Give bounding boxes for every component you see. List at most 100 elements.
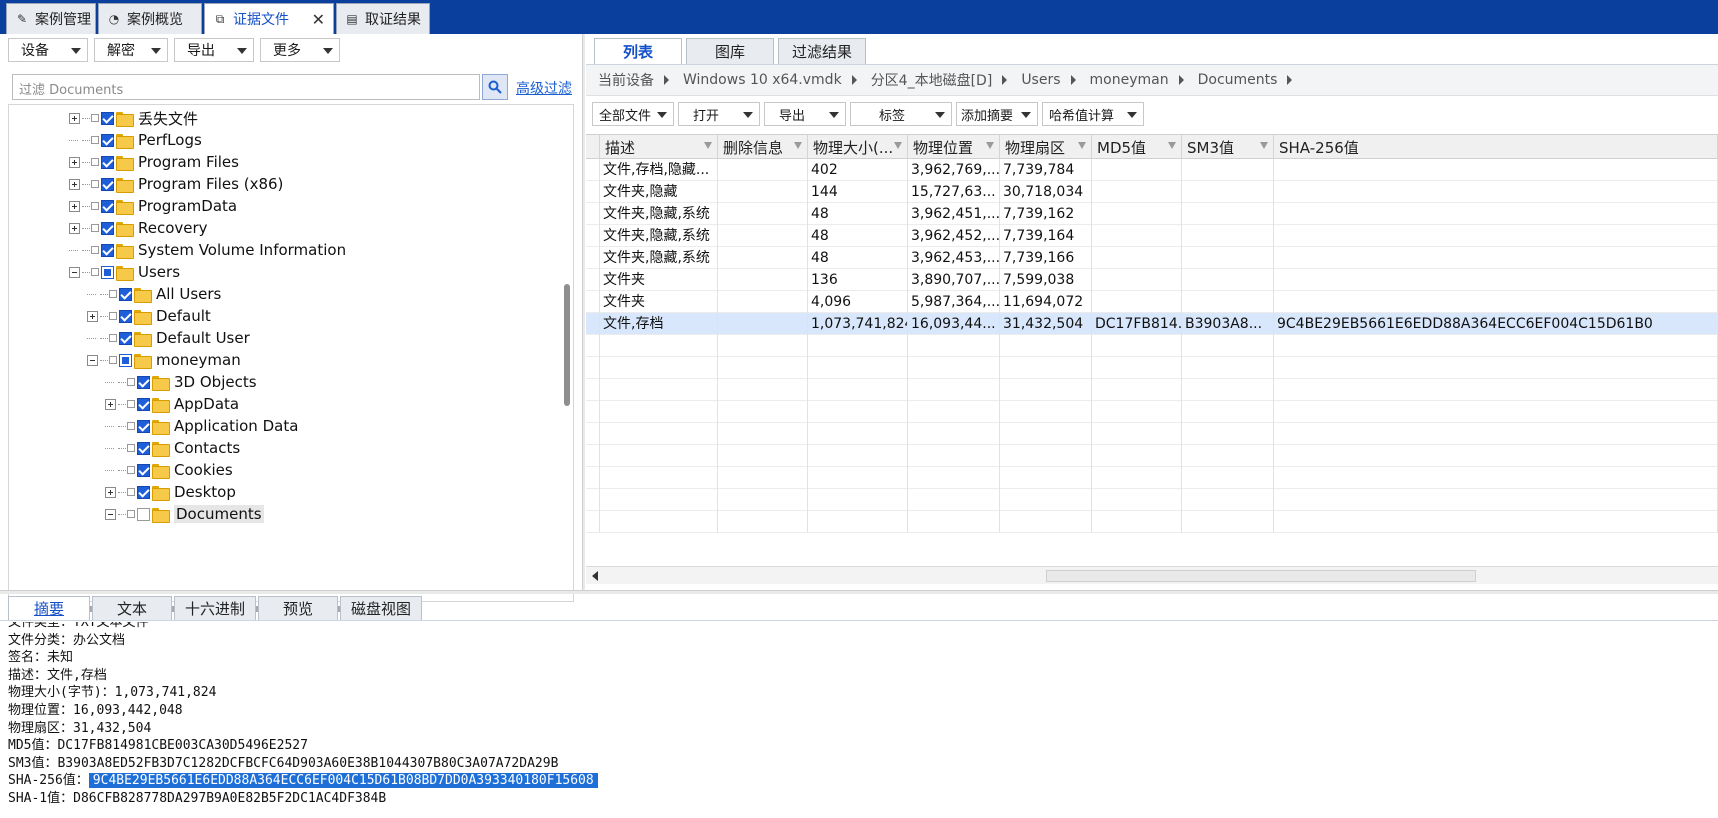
table-row[interactable]: 文件夹 136 3,890,707,... 7,599,038 [586, 269, 1718, 291]
tree-checkbox[interactable] [119, 353, 132, 367]
filter-icon[interactable] [1260, 142, 1268, 149]
tree-checkbox[interactable] [119, 309, 132, 323]
device-menu-button[interactable]: 设备 [8, 38, 88, 62]
column-header[interactable]: 物理位置 [908, 135, 1000, 159]
table-row[interactable]: 文件夹,隐藏 144 15,727,63... 30,718,034 [586, 181, 1718, 203]
column-header[interactable]: MD5值 [1092, 135, 1182, 159]
tree-checkbox[interactable] [101, 221, 114, 235]
tab-hex[interactable]: 十六进制 [174, 596, 256, 620]
tree-item[interactable]: AppData [105, 393, 239, 415]
tab-preview[interactable]: 预览 [258, 596, 338, 620]
breadcrumb-item[interactable]: 当前设备 [598, 70, 683, 90]
tree-checkbox[interactable] [119, 287, 132, 301]
tree-item[interactable]: Contacts [105, 437, 240, 459]
filter-icon[interactable] [986, 142, 994, 149]
tab-text[interactable]: 文本 [92, 596, 172, 620]
tree-item[interactable]: Documents [105, 503, 264, 525]
tree-item[interactable]: 丢失文件 [69, 107, 198, 129]
column-header[interactable]: SHA-256值 [1274, 135, 1718, 159]
expand-toggle-icon[interactable] [69, 222, 80, 234]
table-row[interactable]: 文件,存档,隐藏... 402 3,962,769,... 7,739,784 [586, 159, 1718, 181]
more-menu-button[interactable]: 更多 [260, 38, 340, 62]
tree-item[interactable]: Program Files (x86) [69, 173, 283, 195]
tree-item[interactable]: Users [69, 261, 180, 283]
export-menu-button[interactable]: 导出 [174, 38, 254, 62]
filter-icon[interactable] [704, 142, 712, 149]
hash-calc-dropdown[interactable]: 哈希值计算 [1042, 102, 1144, 126]
column-header[interactable]: 物理大小(... [808, 135, 908, 159]
tree-checkbox[interactable] [101, 265, 114, 279]
tree-item[interactable]: moneyman [87, 349, 241, 371]
expand-toggle-icon[interactable] [105, 398, 116, 410]
tree-item[interactable]: Default User [87, 327, 250, 349]
table-row[interactable]: 文件夹,隐藏,系统 48 3,962,451,... 7,739,162 [586, 203, 1718, 225]
expand-toggle-icon[interactable] [87, 354, 98, 366]
decrypt-menu-button[interactable]: 解密 [94, 38, 168, 62]
tree-item[interactable]: Program Files [69, 151, 239, 173]
tree-checkbox[interactable] [137, 375, 150, 389]
tree-item[interactable]: 3D Objects [105, 371, 257, 393]
scrollbar-thumb[interactable] [1046, 570, 1476, 582]
close-icon[interactable]: ✕ [312, 10, 325, 29]
tree-checkbox[interactable] [137, 485, 150, 499]
tab-filter-results[interactable]: 过滤结果 [778, 38, 866, 64]
tree-checkbox[interactable] [119, 331, 132, 345]
column-header[interactable]: 删除信息 [718, 135, 808, 159]
filter-icon[interactable] [894, 142, 902, 149]
expand-toggle-icon[interactable] [69, 200, 80, 212]
advanced-filter-link[interactable]: 高级过滤 [516, 78, 572, 98]
tree-checkbox[interactable] [137, 397, 150, 411]
open-dropdown[interactable]: 打开 [678, 102, 760, 126]
expand-toggle-icon[interactable] [87, 310, 98, 322]
tab-evidence-files[interactable]: ⧉ 证据文件 ✕ [204, 3, 334, 34]
tree-item[interactable]: Desktop [105, 481, 236, 503]
tree-checkbox[interactable] [101, 111, 114, 125]
tree-item[interactable]: PerfLogs [69, 129, 202, 151]
tree-item[interactable]: Recovery [69, 217, 208, 239]
column-header[interactable]: SM3值 [1182, 135, 1274, 159]
breadcrumb-item[interactable]: Users [1021, 72, 1089, 88]
tab-summary[interactable]: 摘要 [8, 596, 90, 620]
tree-item[interactable]: Cookies [105, 459, 233, 481]
filter-icon[interactable] [794, 142, 802, 149]
vertical-splitter[interactable] [582, 34, 585, 590]
column-header[interactable]: 描述 [600, 135, 718, 159]
expand-toggle-icon[interactable] [105, 508, 116, 520]
breadcrumb-item[interactable]: 分区4_本地磁盘[D] [871, 70, 1022, 90]
tree-checkbox[interactable] [101, 133, 114, 147]
tree-vertical-scrollbar[interactable] [564, 284, 570, 406]
expand-toggle-icon[interactable] [105, 486, 116, 498]
tree-item[interactable]: Default [87, 305, 211, 327]
breadcrumb-item[interactable]: moneyman [1090, 72, 1198, 88]
tab-case-management[interactable]: ✎ 案例管理 [6, 3, 96, 34]
search-button[interactable] [482, 74, 508, 100]
tab-case-overview[interactable]: ◔ 案例概览 [98, 3, 202, 34]
table-row[interactable]: 文件夹,隐藏,系统 48 3,962,452,... 7,739,164 [586, 225, 1718, 247]
tree-checkbox[interactable] [137, 507, 150, 521]
detail-value[interactable]: 9C4BE29EB5661E6EDD88A364ECC6EF004C15D61B… [88, 773, 598, 789]
filter-icon[interactable] [1168, 142, 1176, 149]
tab-list[interactable]: 列表 [594, 38, 682, 64]
horizontal-splitter[interactable] [0, 590, 1718, 594]
table-row[interactable]: 文件夹,隐藏,系统 48 3,962,453,... 7,739,166 [586, 247, 1718, 269]
column-header[interactable]: 物理扇区 [1000, 135, 1092, 159]
filter-input[interactable]: 过滤 Documents [12, 74, 480, 100]
tree-item[interactable]: All Users [87, 283, 221, 305]
tree-checkbox[interactable] [137, 441, 150, 455]
tree-checkbox[interactable] [137, 463, 150, 477]
expand-toggle-icon[interactable] [69, 178, 80, 190]
tab-gallery[interactable]: 图库 [686, 38, 774, 64]
add-summary-dropdown[interactable]: 添加摘要 [956, 102, 1038, 126]
expand-toggle-icon[interactable] [69, 266, 80, 278]
tree-checkbox[interactable] [101, 243, 114, 257]
filter-icon[interactable] [1078, 142, 1086, 149]
tab-disk-view[interactable]: 磁盘视图 [340, 596, 422, 620]
tree-checkbox[interactable] [101, 199, 114, 213]
tree-item[interactable]: ProgramData [69, 195, 237, 217]
tree-checkbox[interactable] [101, 177, 114, 191]
tab-forensic-results[interactable]: ▤ 取证结果 [336, 3, 430, 34]
scroll-left-icon[interactable] [592, 571, 598, 581]
expand-toggle-icon[interactable] [69, 156, 80, 168]
tag-dropdown[interactable]: 标签 [850, 102, 952, 126]
tree-checkbox[interactable] [137, 419, 150, 433]
